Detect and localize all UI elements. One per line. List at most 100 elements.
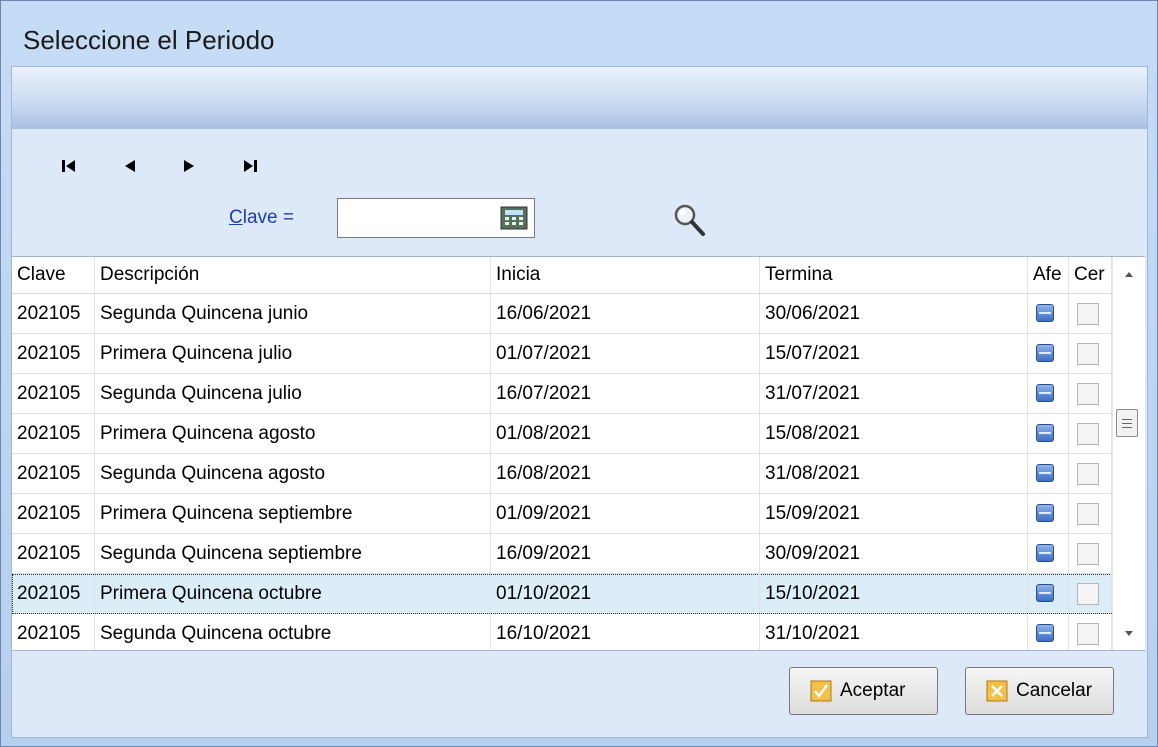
cell-clave: 202105 xyxy=(12,534,95,573)
table-row[interactable]: 202105 Segunda Quincena octubre 16/10/20… xyxy=(12,614,1112,650)
cell-inicia: 16/07/2021 xyxy=(491,374,760,413)
cell-cer xyxy=(1069,534,1112,573)
cell-termina: 31/07/2021 xyxy=(760,374,1028,413)
cell-descripcion: Primera Quincena septiembre xyxy=(95,494,491,533)
cell-cer xyxy=(1069,494,1112,533)
cell-cer xyxy=(1069,454,1112,493)
scroll-up-icon[interactable] xyxy=(1122,269,1136,279)
cell-afe xyxy=(1028,374,1069,413)
first-record-button[interactable] xyxy=(58,155,80,177)
table-row[interactable]: 202105 Segunda Quincena junio 16/06/2021… xyxy=(12,294,1112,334)
periods-grid: Clave Descripción Inicia Termina Afe Cer… xyxy=(12,256,1145,651)
first-icon xyxy=(62,160,75,172)
cell-afe xyxy=(1028,414,1069,453)
cell-afe xyxy=(1028,494,1069,533)
cer-checkbox[interactable] xyxy=(1077,343,1099,365)
cell-descripcion: Segunda Quincena junio xyxy=(95,294,491,333)
column-header-cer[interactable]: Cer xyxy=(1069,257,1112,293)
cell-termina: 15/10/2021 xyxy=(760,574,1028,613)
clave-label-accelerator: C xyxy=(229,207,243,228)
column-header-afe[interactable]: Afe xyxy=(1028,257,1069,293)
cancel-button[interactable]: Cancelar xyxy=(965,667,1114,715)
cell-cer xyxy=(1069,374,1112,413)
cell-clave: 202105 xyxy=(12,494,95,533)
cer-checkbox[interactable] xyxy=(1077,583,1099,605)
afe-checkbox[interactable] xyxy=(1036,344,1054,362)
afe-checkbox[interactable] xyxy=(1036,304,1054,322)
clave-input[interactable] xyxy=(342,205,486,233)
table-row[interactable]: 202105 Segunda Quincena julio 16/07/2021… xyxy=(12,374,1112,414)
cell-clave: 202105 xyxy=(12,294,95,333)
afe-checkbox[interactable] xyxy=(1036,624,1054,642)
table-row[interactable]: 202105 Primera Quincena julio 01/07/2021… xyxy=(12,334,1112,374)
cell-clave: 202105 xyxy=(12,454,95,493)
cell-inicia: 01/07/2021 xyxy=(491,334,760,373)
cer-checkbox[interactable] xyxy=(1077,503,1099,525)
search-button[interactable] xyxy=(672,202,706,238)
clave-operator: = xyxy=(282,207,294,228)
afe-checkbox[interactable] xyxy=(1036,504,1054,522)
cell-termina: 15/08/2021 xyxy=(760,414,1028,453)
cell-inicia: 16/06/2021 xyxy=(491,294,760,333)
table-row-selected[interactable]: 202105 Primera Quincena octubre 01/10/20… xyxy=(12,574,1112,614)
calculator-button[interactable] xyxy=(500,206,528,230)
afe-checkbox[interactable] xyxy=(1036,584,1054,602)
afe-checkbox[interactable] xyxy=(1036,424,1054,442)
column-header-inicia[interactable]: Inicia xyxy=(491,257,760,293)
column-header-descripcion[interactable]: Descripción xyxy=(95,257,491,293)
cell-termina: 15/07/2021 xyxy=(760,334,1028,373)
previous-record-button[interactable] xyxy=(119,155,141,177)
clave-field[interactable] xyxy=(337,198,535,238)
accept-button[interactable]: Aceptar xyxy=(789,667,938,715)
cer-checkbox[interactable] xyxy=(1077,463,1099,485)
cell-descripcion: Segunda Quincena julio xyxy=(95,374,491,413)
cer-checkbox[interactable] xyxy=(1077,303,1099,325)
cell-afe xyxy=(1028,294,1069,333)
cell-clave: 202105 xyxy=(12,614,95,650)
cell-inicia: 16/10/2021 xyxy=(491,614,760,650)
title-bar[interactable]: Seleccione el Periodo xyxy=(1,1,1157,66)
cer-checkbox[interactable] xyxy=(1077,383,1099,405)
cer-checkbox[interactable] xyxy=(1077,543,1099,565)
table-row[interactable]: 202105 Primera Quincena agosto 01/08/202… xyxy=(12,414,1112,454)
clave-label-text: lave xyxy=(242,207,278,228)
table-row[interactable]: 202105 Segunda Quincena septiembre 16/09… xyxy=(12,534,1112,574)
cell-descripcion: Primera Quincena octubre xyxy=(95,574,491,613)
cell-cer xyxy=(1069,414,1112,453)
cer-checkbox[interactable] xyxy=(1077,623,1099,645)
afe-checkbox[interactable] xyxy=(1036,464,1054,482)
afe-checkbox[interactable] xyxy=(1036,544,1054,562)
scroll-down-icon[interactable] xyxy=(1122,629,1136,639)
column-header-termina[interactable]: Termina xyxy=(760,257,1028,293)
dialog-window: Seleccione el Periodo Clave = Clave Desc… xyxy=(0,0,1158,747)
cell-cer xyxy=(1069,574,1112,613)
cell-descripcion: Primera Quincena julio xyxy=(95,334,491,373)
cell-termina: 30/09/2021 xyxy=(760,534,1028,573)
next-icon xyxy=(184,160,194,172)
last-record-button[interactable] xyxy=(240,155,262,177)
header-band xyxy=(12,67,1147,129)
cell-cer xyxy=(1069,294,1112,333)
cell-inicia: 01/10/2021 xyxy=(491,574,760,613)
afe-checkbox[interactable] xyxy=(1036,384,1054,402)
checkmark-icon xyxy=(810,680,832,702)
cell-inicia: 16/08/2021 xyxy=(491,454,760,493)
table-row[interactable]: 202105 Segunda Quincena agosto 16/08/202… xyxy=(12,454,1112,494)
column-header-clave[interactable]: Clave xyxy=(12,257,95,293)
cell-afe xyxy=(1028,454,1069,493)
table-row[interactable]: 202105 Primera Quincena septiembre 01/09… xyxy=(12,494,1112,534)
grid-header: Clave Descripción Inicia Termina Afe Cer xyxy=(12,257,1112,294)
scroll-thumb[interactable] xyxy=(1116,409,1138,437)
cell-inicia: 16/09/2021 xyxy=(491,534,760,573)
cell-termina: 15/09/2021 xyxy=(760,494,1028,533)
vertical-scrollbar[interactable] xyxy=(1112,257,1145,650)
cell-afe xyxy=(1028,334,1069,373)
next-record-button[interactable] xyxy=(178,155,200,177)
cell-clave: 202105 xyxy=(12,574,95,613)
cell-inicia: 01/09/2021 xyxy=(491,494,760,533)
cell-afe xyxy=(1028,534,1069,573)
cell-afe xyxy=(1028,614,1069,650)
cancel-label: Cancelar xyxy=(1016,680,1093,701)
window-title: Seleccione el Periodo xyxy=(23,25,275,55)
cer-checkbox[interactable] xyxy=(1077,423,1099,445)
